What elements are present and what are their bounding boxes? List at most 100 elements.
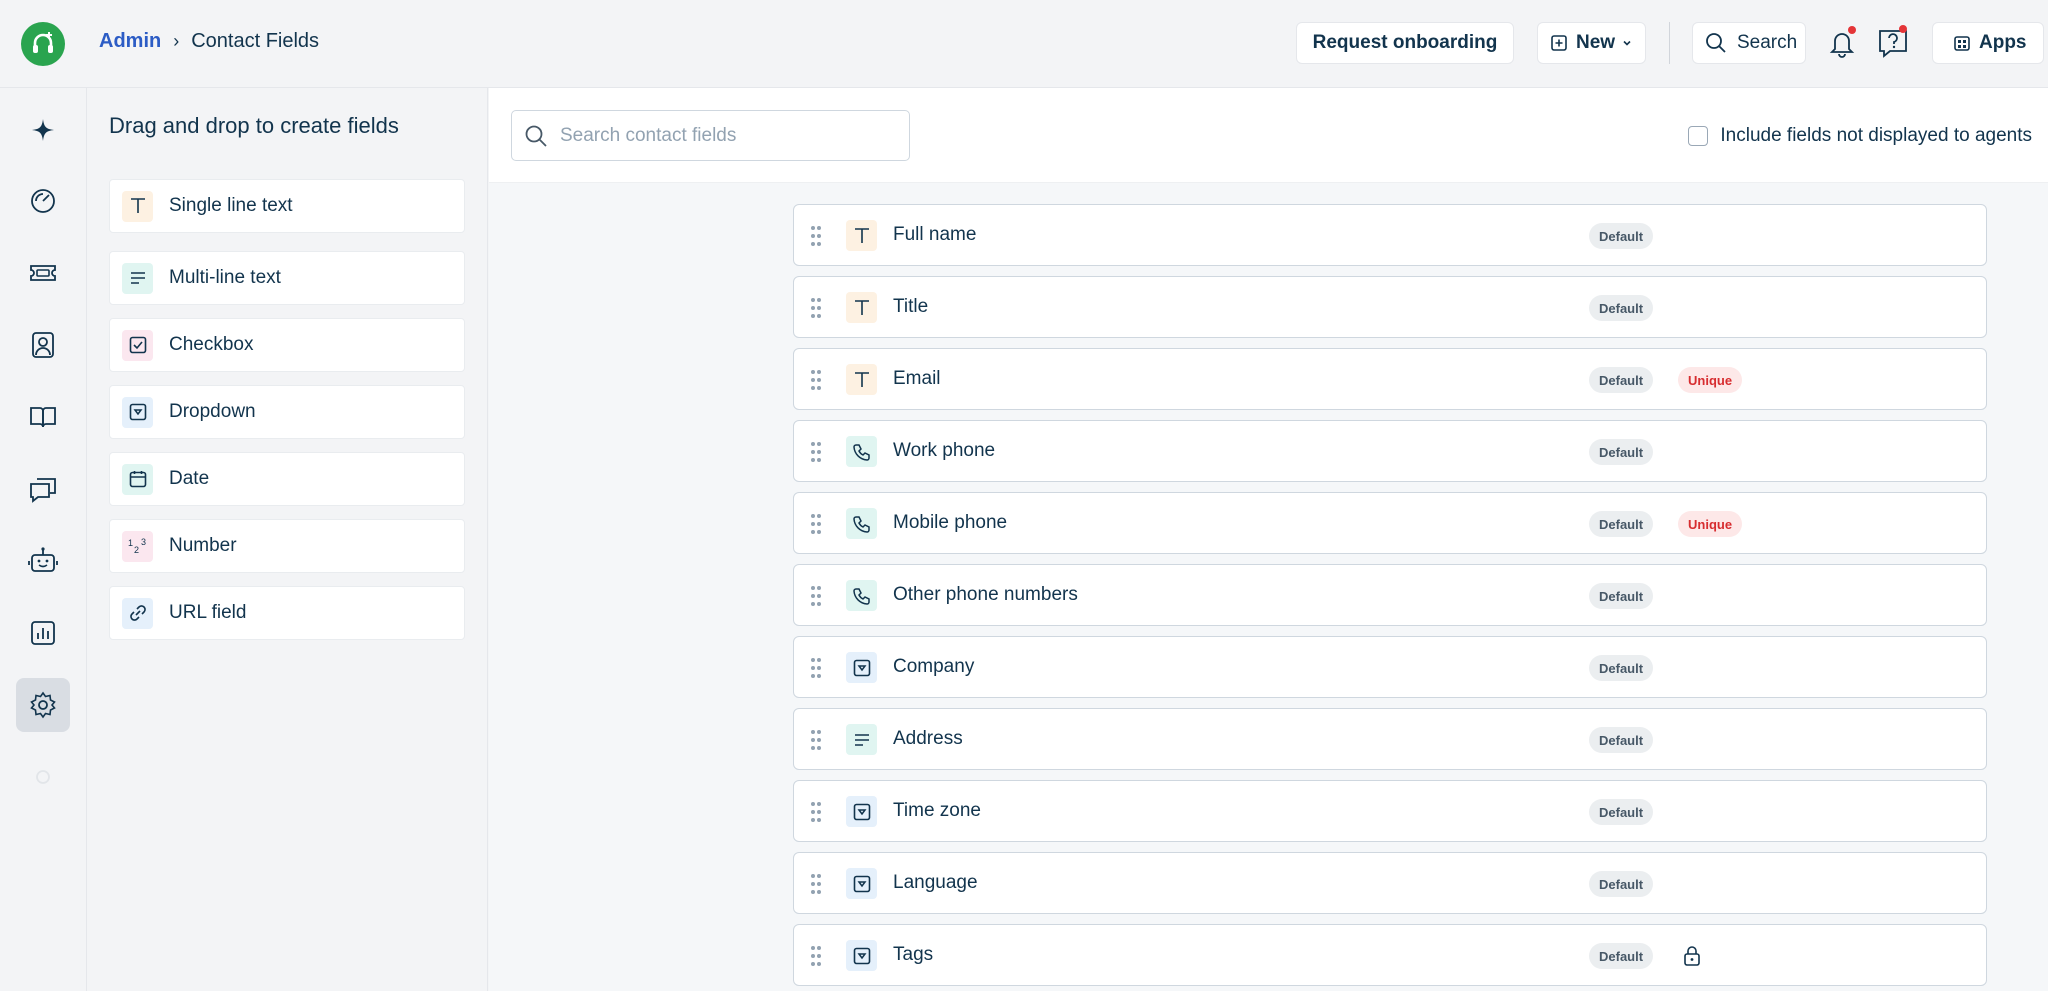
- field-name: Full name: [893, 224, 977, 245]
- nav-analytics-icon[interactable]: [16, 606, 70, 660]
- search-label: Search: [1737, 32, 1798, 53]
- phone-icon: [846, 436, 877, 467]
- palette-item-multi-line-text[interactable]: Multi-line text: [109, 251, 465, 305]
- lock-icon: [1682, 945, 1702, 972]
- breadcrumb: Admin › Contact Fields: [99, 30, 319, 53]
- field-row[interactable]: Work phone Default: [793, 420, 1987, 482]
- phone-icon: [846, 580, 877, 611]
- palette-item-dropdown[interactable]: Dropdown: [109, 385, 465, 439]
- default-badge: Default: [1589, 367, 1654, 393]
- drag-handle-icon[interactable]: [810, 440, 822, 469]
- palette-item-single-line-text[interactable]: Single line text: [109, 179, 465, 233]
- field-row[interactable]: Mobile phone Default Unique: [793, 492, 1987, 554]
- calendar-icon: [122, 463, 153, 495]
- nav-admin-settings-icon[interactable]: [16, 678, 70, 732]
- field-row[interactable]: Other phone numbers Default: [793, 564, 1987, 626]
- search-contact-fields-input[interactable]: [560, 124, 900, 147]
- include-hidden-fields-label: Include fields not displayed to agents: [1720, 125, 2032, 146]
- default-badge: Default: [1589, 871, 1654, 897]
- field-row[interactable]: Company Default: [793, 636, 1987, 698]
- nav-conversations-icon[interactable]: [16, 462, 70, 516]
- palette-item-label: Dropdown: [169, 401, 256, 422]
- notification-dot: [1848, 26, 1856, 34]
- paragraph-lines-icon: [846, 724, 877, 755]
- field-row[interactable]: Language Default: [793, 852, 1987, 914]
- search-contact-fields[interactable]: [511, 110, 910, 161]
- nav-contacts-icon[interactable]: [16, 318, 70, 372]
- field-name: Title: [893, 296, 929, 317]
- checkbox-icon: [122, 329, 153, 361]
- left-navigation-rail: [0, 88, 87, 991]
- nav-tickets-icon[interactable]: [16, 246, 70, 300]
- drag-handle-icon[interactable]: [810, 368, 822, 397]
- field-row[interactable]: Full name Default: [793, 204, 1987, 266]
- default-badge: Default: [1589, 727, 1654, 753]
- palette-item-label: Single line text: [169, 195, 293, 216]
- plus-square-icon: [1551, 35, 1567, 51]
- notifications-bell-icon[interactable]: [1824, 24, 1860, 62]
- field-row[interactable]: Title Default: [793, 276, 1987, 338]
- dropdown-icon: [122, 396, 153, 428]
- default-badge: Default: [1589, 295, 1654, 321]
- palette-title: Drag and drop to create fields: [109, 113, 399, 138]
- unique-badge: Unique: [1678, 511, 1743, 537]
- new-label: New: [1576, 32, 1616, 53]
- request-onboarding-button[interactable]: Request onboarding: [1296, 22, 1514, 64]
- palette-item-label: Multi-line text: [169, 267, 281, 288]
- drag-handle-icon[interactable]: [810, 800, 822, 829]
- palette-item-checkbox[interactable]: Checkbox: [109, 318, 465, 372]
- field-row[interactable]: Tags Default: [793, 924, 1987, 986]
- palette-item-url-field[interactable]: URL field: [109, 586, 465, 640]
- drag-handle-icon[interactable]: [810, 944, 822, 973]
- nav-knowledge-book-icon[interactable]: [16, 390, 70, 444]
- apps-button[interactable]: Apps: [1932, 22, 2044, 64]
- field-name: Time zone: [893, 800, 981, 821]
- drag-handle-icon[interactable]: [810, 872, 822, 901]
- field-name: Company: [893, 656, 975, 677]
- breadcrumb-admin-link[interactable]: Admin: [99, 30, 161, 53]
- field-row[interactable]: Email Default Unique: [793, 348, 1987, 410]
- unique-badge: Unique: [1678, 367, 1743, 393]
- drag-handle-icon[interactable]: [810, 728, 822, 757]
- text-type-icon: [846, 292, 877, 323]
- nav-bot-icon[interactable]: [16, 534, 70, 588]
- nav-dashboard-icon[interactable]: [16, 174, 70, 228]
- app-logo-icon[interactable]: [21, 22, 65, 66]
- top-bar: Admin › Contact Fields Request onboardin…: [0, 0, 2048, 88]
- dropdown-icon: [846, 796, 877, 827]
- include-hidden-fields-toggle[interactable]: Include fields not displayed to agents: [1688, 125, 2032, 147]
- text-type-icon: [122, 190, 153, 222]
- topbar-divider: [1669, 22, 1670, 64]
- field-name: Address: [893, 728, 963, 749]
- default-badge: Default: [1589, 583, 1654, 609]
- help-alert-dot: [1899, 25, 1907, 33]
- palette-item-label: Checkbox: [169, 334, 254, 355]
- svg-text:2: 2: [134, 545, 139, 555]
- nav-ai-sparkle-icon[interactable]: [16, 103, 70, 157]
- svg-text:1: 1: [128, 538, 133, 548]
- include-hidden-fields-checkbox[interactable]: [1688, 126, 1709, 146]
- apps-icon: [1954, 36, 1970, 51]
- drag-handle-icon[interactable]: [810, 296, 822, 325]
- field-row[interactable]: Address Default: [793, 708, 1987, 770]
- field-row[interactable]: Time zone Default: [793, 780, 1987, 842]
- apps-label: Apps: [1979, 32, 2027, 53]
- dropdown-icon: [846, 652, 877, 683]
- dropdown-icon: [846, 868, 877, 899]
- new-button[interactable]: New: [1537, 22, 1646, 64]
- palette-item-label: URL field: [169, 602, 247, 623]
- palette-item-number[interactable]: 123 Number: [109, 519, 465, 573]
- drag-handle-icon[interactable]: [810, 512, 822, 541]
- fields-search-bar: Include fields not displayed to agents: [489, 88, 2048, 183]
- search-button[interactable]: Search: [1692, 22, 1806, 64]
- palette-item-date[interactable]: Date: [109, 452, 465, 506]
- number-icon: 123: [122, 530, 153, 562]
- field-name: Mobile phone: [893, 512, 1008, 533]
- field-name: Email: [893, 368, 941, 389]
- drag-handle-icon[interactable]: [810, 584, 822, 613]
- drag-handle-icon[interactable]: [810, 224, 822, 253]
- drag-handle-icon[interactable]: [810, 656, 822, 685]
- nav-faded-icon[interactable]: [16, 750, 70, 804]
- link-icon: [122, 597, 153, 629]
- help-icon[interactable]: [1875, 24, 1911, 62]
